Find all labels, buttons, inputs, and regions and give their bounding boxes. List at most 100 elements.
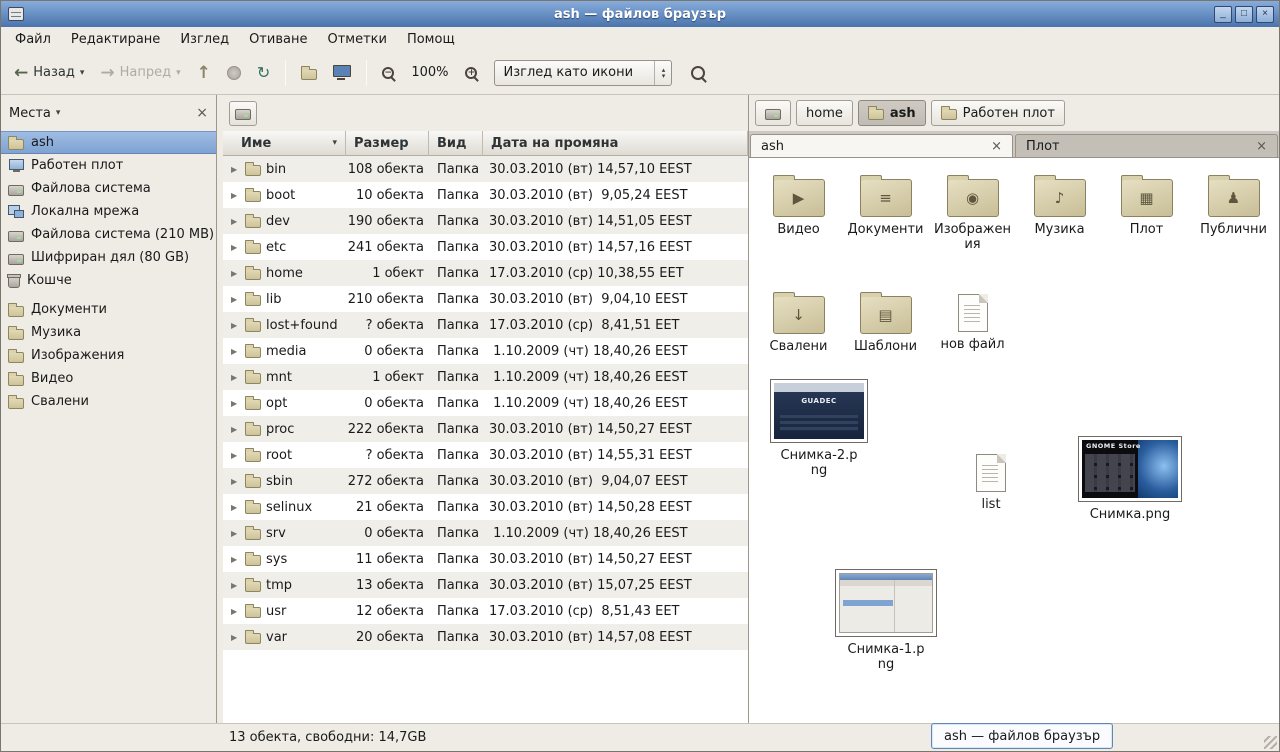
resize-grip-handle[interactable] (1264, 736, 1277, 749)
table-row[interactable]: ▶bin108 обектаПапка30.03.2010 (вт) 14,57… (223, 156, 748, 182)
column-header[interactable]: Вид (429, 131, 483, 156)
menu-item[interactable]: Изглед (170, 29, 239, 50)
menu-item[interactable]: Отиване (239, 29, 317, 50)
expander-icon[interactable]: ▶ (231, 243, 240, 252)
expander-icon[interactable]: ▶ (231, 607, 240, 616)
expander-icon[interactable]: ▶ (231, 581, 240, 590)
search-button[interactable] (684, 62, 712, 84)
tab-close-icon[interactable]: × (1256, 139, 1267, 154)
back-history-chevron-icon[interactable]: ▾ (80, 68, 85, 78)
sidebar-item[interactable]: Документи (1, 298, 216, 321)
zoom-out-button[interactable]: − (375, 63, 401, 83)
reload-button[interactable]: ↻ (250, 62, 277, 84)
path-button[interactable]: Работен плот (931, 100, 1065, 126)
expander-icon[interactable]: ▶ (231, 529, 240, 538)
expander-icon[interactable]: ▶ (231, 555, 240, 564)
sidebar-item[interactable]: Изображения (1, 344, 216, 367)
sidebar-item[interactable]: Файлова система (1, 177, 216, 200)
path-button[interactable]: ash (858, 100, 926, 126)
column-header[interactable]: Име▾ (223, 131, 346, 156)
table-row[interactable]: ▶etc241 обектаПапка30.03.2010 (вт) 14,57… (223, 234, 748, 260)
stop-button[interactable] (220, 62, 248, 84)
tab-close-icon[interactable]: × (991, 139, 1002, 154)
sidebar-item[interactable]: Шифриран дял (80 GB) (1, 246, 216, 269)
expander-icon[interactable]: ▶ (231, 373, 240, 382)
table-row[interactable]: ▶home1 обектПапка17.03.2010 (ср) 10,38,5… (223, 260, 748, 286)
expander-icon[interactable]: ▶ (231, 217, 240, 226)
back-button[interactable]: ← Назад ▾ (7, 61, 91, 84)
sidebar-item[interactable]: Работен плот (1, 154, 216, 177)
sidebar-item[interactable]: Локална мрежа (1, 200, 216, 223)
expander-icon[interactable]: ▶ (231, 321, 240, 330)
table-row[interactable]: ▶lib210 обектаПапка30.03.2010 (вт) 9,04,… (223, 286, 748, 312)
expander-icon[interactable]: ▶ (231, 269, 240, 278)
table-row[interactable]: ▶usr12 обектаПапка17.03.2010 (ср) 8,51,4… (223, 598, 748, 624)
icon-view-item[interactable]: ♟Публични (1190, 172, 1277, 253)
column-header[interactable]: Дата на промяна (483, 131, 748, 156)
forward-button[interactable]: → Напред ▾ (93, 61, 187, 84)
table-row[interactable]: ▶proc222 обектаПапка30.03.2010 (вт) 14,5… (223, 416, 748, 442)
icon-view-item[interactable]: ▶Видео (755, 172, 842, 253)
zoom-in-button[interactable]: + (458, 63, 484, 83)
expander-icon[interactable]: ▶ (231, 477, 240, 486)
sidebar-item[interactable]: Музика (1, 321, 216, 344)
taskbar-window-button[interactable]: ash — файлов браузър (931, 723, 1113, 749)
sidebar-close-button[interactable]: × (196, 105, 208, 121)
combo-arrows-icon[interactable]: ▴ ▾ (654, 61, 671, 85)
expander-icon[interactable]: ▶ (231, 191, 240, 200)
expander-icon[interactable]: ▶ (231, 347, 240, 356)
menu-item[interactable]: Редактиране (61, 29, 170, 50)
path-button[interactable]: home (796, 100, 853, 126)
icon-view-item[interactable]: нов файл (929, 289, 1016, 355)
icon-view-item[interactable]: GUADECСнимка-2.png (764, 379, 874, 479)
table-row[interactable]: ▶tmp13 обектаПапка30.03.2010 (вт) 15,07,… (223, 572, 748, 598)
table-row[interactable]: ▶boot10 обектаПапка30.03.2010 (вт) 9,05,… (223, 182, 748, 208)
column-header[interactable]: Размер (346, 131, 429, 156)
sidebar-item[interactable]: Кошче (1, 269, 216, 292)
tab[interactable]: Плот× (1015, 134, 1278, 157)
icon-view-item[interactable]: ♪Музика (1016, 172, 1103, 253)
table-row[interactable]: ▶selinux21 обектаПапка30.03.2010 (вт) 14… (223, 494, 748, 520)
menu-item[interactable]: Файл (5, 29, 61, 50)
table-row[interactable]: ▶mnt1 обектПапка 1.10.2009 (чт) 18,40,26… (223, 364, 748, 390)
table-row[interactable]: ▶sbin272 обектаПапка30.03.2010 (вт) 9,04… (223, 468, 748, 494)
menu-item[interactable]: Отметки (317, 29, 396, 50)
expander-icon[interactable]: ▶ (231, 451, 240, 460)
icon-view-item[interactable]: ▦Плот (1103, 172, 1190, 253)
table-row[interactable]: ▶opt0 обектаПапка 1.10.2009 (чт) 18,40,2… (223, 390, 748, 416)
table-row[interactable]: ▶sys11 обектаПапка30.03.2010 (вт) 14,50,… (223, 546, 748, 572)
expander-icon[interactable]: ▶ (231, 295, 240, 304)
icon-view-item[interactable]: ↓Свалени (755, 289, 842, 355)
sidebar-item[interactable]: Видео (1, 367, 216, 390)
computer-button[interactable] (326, 61, 358, 84)
icon-view-item[interactable]: list (936, 449, 1046, 513)
table-row[interactable]: ▶srv0 обектаПапка 1.10.2009 (чт) 18,40,2… (223, 520, 748, 546)
menu-item[interactable]: Помощ (397, 29, 465, 50)
expander-icon[interactable]: ▶ (231, 399, 240, 408)
icon-view-item[interactable]: GNOME StoreСнимка.png (1075, 436, 1185, 523)
icon-view-item[interactable]: ▤Шаблони (842, 289, 929, 355)
icon-view-item[interactable]: ≡Документи (842, 172, 929, 253)
table-row[interactable]: ▶media0 обектаПапка 1.10.2009 (чт) 18,40… (223, 338, 748, 364)
table-row[interactable]: ▶var20 обектаПапка30.03.2010 (вт) 14,57,… (223, 624, 748, 650)
expander-icon[interactable]: ▶ (231, 165, 240, 174)
table-row[interactable]: ▶root? обектаПапка30.03.2010 (вт) 14,55,… (223, 442, 748, 468)
home-button[interactable] (294, 62, 324, 84)
close-button[interactable]: × (1256, 6, 1274, 23)
tab[interactable]: ash× (750, 134, 1013, 157)
view-mode-select[interactable]: Изглед като икони ▴ ▾ (494, 60, 672, 86)
icon-view-item[interactable]: Снимка-1.png (831, 569, 941, 673)
places-label[interactable]: Места (9, 106, 51, 121)
expander-icon[interactable]: ▶ (231, 503, 240, 512)
expander-icon[interactable]: ▶ (231, 425, 240, 434)
pane-location-button[interactable] (229, 101, 257, 126)
sidebar-item[interactable]: Файлова система (210 MB) (1, 223, 216, 246)
minimize-button[interactable]: _ (1214, 6, 1232, 23)
maximize-button[interactable]: □ (1235, 6, 1253, 23)
path-button[interactable] (755, 100, 791, 126)
sidebar-item[interactable]: ash (1, 131, 216, 154)
sidebar-item[interactable]: Свалени (1, 390, 216, 413)
places-dropdown-icon[interactable]: ▾ (56, 108, 61, 118)
icon-view-item[interactable]: ◉Изображения (929, 172, 1016, 253)
table-row[interactable]: ▶dev190 обектаПапка30.03.2010 (вт) 14,51… (223, 208, 748, 234)
